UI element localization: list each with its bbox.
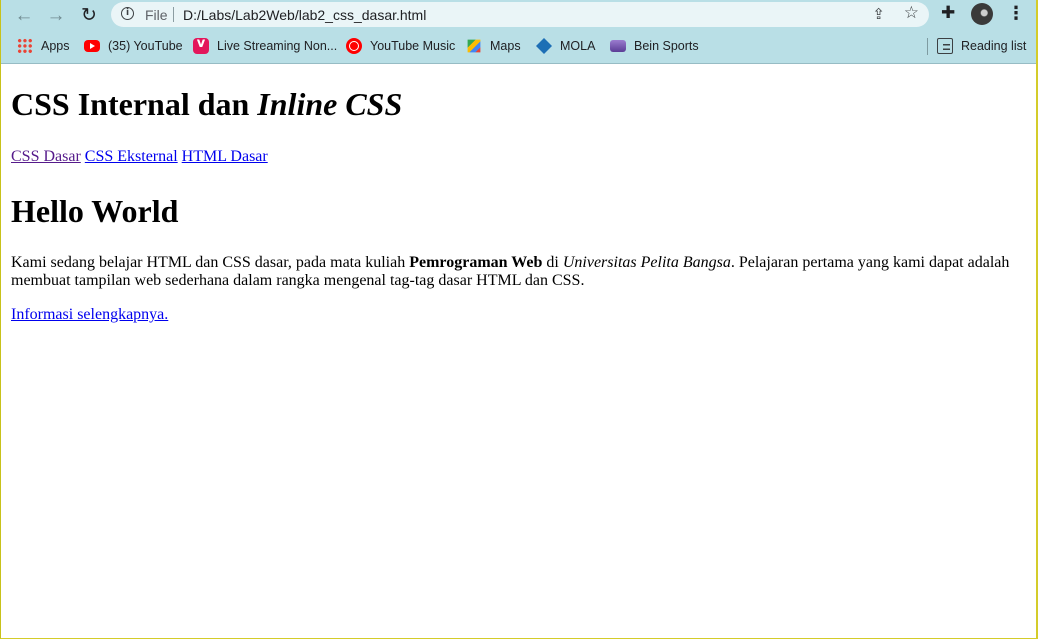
forward-arrow-icon[interactable]: → [45,4,67,26]
bookmark-youtube-music[interactable]: YouTube Music [346,37,455,55]
bookmarks-divider [927,38,928,55]
site-info-icon[interactable]: i [121,7,134,20]
bookmark-label: Live Streaming Non... [217,39,338,53]
intro-text: Kami sedang belajar HTML dan CSS dasar, … [11,254,410,271]
page-nav: CSS Dasar CSS Eksternal HTML Dasar [11,147,1031,166]
bookmark-label: Maps [490,39,521,53]
maps-icon [467,39,481,53]
omnibox-divider [173,7,174,22]
bookmark-mola[interactable]: MOLA [536,37,595,55]
bookmark-apps[interactable]: Apps [17,37,70,55]
back-arrow-icon[interactable]: ← [13,4,35,26]
bookmark-label: (35) YouTube [108,39,183,53]
intro-text: di [542,254,563,271]
scheme-label: File [145,7,168,23]
reading-list-label: Reading list [961,39,1027,53]
address-bar[interactable]: i File D:/Labs/Lab2Web/lab2_css_dasar.ht… [111,2,929,27]
browser-window: ← → ↻ i File D:/Labs/Lab2Web/lab2_css_da… [0,0,1038,639]
profile-avatar[interactable] [971,3,993,25]
bookmark-label: YouTube Music [370,39,456,53]
hello-heading: Hello World [11,193,179,229]
bookmark-label: Apps [41,39,70,53]
university-name: Universitas Pelita Bangsa [562,254,731,271]
page-content: CSS Internal dan Inline CSS CSS Dasar CS… [11,65,1031,324]
mola-icon [536,38,552,54]
url-text[interactable]: D:/Labs/Lab2Web/lab2_css_dasar.html [183,7,426,23]
youtube-icon [84,40,100,52]
link-css-dasar[interactable]: CSS Dasar [11,148,81,165]
browser-toolbar: ← → ↻ i File D:/Labs/Lab2Web/lab2_css_da… [1,0,1036,30]
more-info-paragraph: Informasi selengkapnya. [11,306,1031,324]
reading-list-button[interactable]: Reading list [937,37,1026,55]
bookmark-vidio[interactable]: Live Streaming Non... [193,36,338,55]
extensions-puzzle-icon[interactable]: ✚ [941,5,955,22]
link-css-eksternal[interactable]: CSS Eksternal [85,148,178,165]
kebab-menu-icon[interactable]: ⋮ [1007,4,1025,26]
bookmark-label: MOLA [560,39,596,53]
bookmark-youtube[interactable]: (35) YouTube [84,37,183,55]
title-italic-text: Inline CSS [257,86,403,122]
intro-paragraph: Kami sedang belajar HTML dan CSS dasar, … [11,254,1031,290]
reading-list-icon [937,38,953,54]
bookmark-maps[interactable]: Maps [466,37,521,55]
title-text: CSS Internal dan [11,86,258,122]
bookmarks-bar: Apps (35) YouTube Live Streaming Non... … [1,30,1036,64]
youtube-music-icon [346,38,362,54]
more-info-link[interactable]: Informasi selengkapnya. [11,306,168,323]
vidio-icon [193,36,209,54]
reload-icon[interactable]: ↻ [78,4,100,26]
link-html-dasar[interactable]: HTML Dasar [182,148,268,165]
bookmark-label: Bein Sports [634,39,699,53]
page-title: CSS Internal dan Inline CSS [11,86,1031,123]
course-name: Pemrograman Web [409,254,543,271]
apps-grid-icon [17,38,33,54]
share-icon[interactable]: ⇪ [872,7,885,22]
bookmark-star-icon[interactable]: ☆ [904,5,919,22]
bookmark-bein-sports[interactable]: Bein Sports [610,37,699,55]
bein-sports-icon [610,40,626,52]
